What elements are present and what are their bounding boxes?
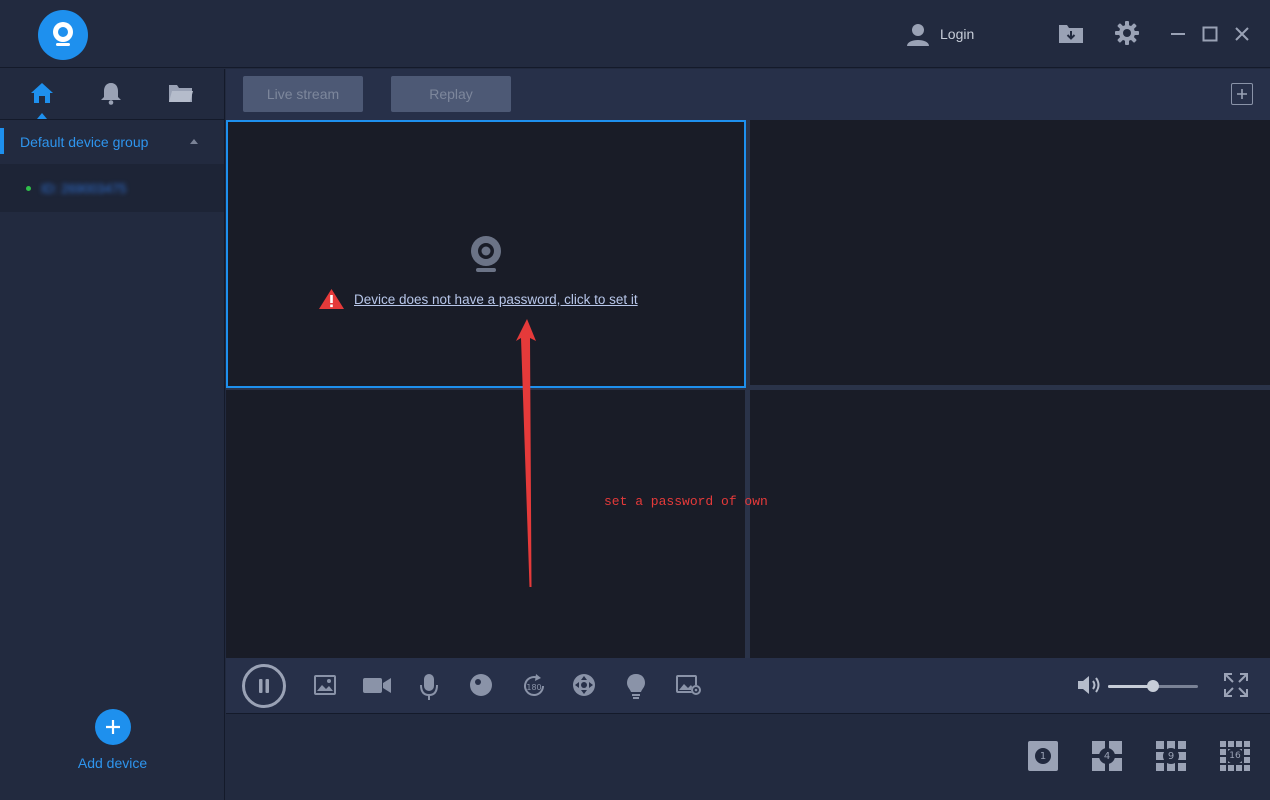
gear-icon[interactable]	[1114, 20, 1140, 46]
layout-9-label: 9	[1163, 748, 1179, 764]
device-group-row[interactable]: Default device group	[0, 120, 224, 164]
minimize-icon[interactable]	[1170, 26, 1186, 42]
rotate-180-icon[interactable]: 180	[521, 673, 547, 699]
user-icon	[907, 24, 929, 46]
layout-16-label: 16	[1226, 748, 1244, 764]
direction-icon[interactable]	[572, 673, 596, 697]
plus-icon	[1237, 89, 1247, 99]
close-icon[interactable]	[1234, 26, 1250, 42]
device-id-label: ID: 269003475	[41, 180, 127, 196]
ptz-icon[interactable]	[469, 673, 493, 697]
device-group-label: Default device group	[20, 134, 149, 150]
logo-icon	[38, 10, 88, 60]
replay-button[interactable]: Replay	[391, 76, 511, 112]
playback-controls: 180	[226, 658, 1270, 714]
sidebar-tabs	[0, 69, 224, 120]
online-status-icon	[26, 185, 31, 191]
layout-1-button[interactable]: 1	[1028, 741, 1058, 771]
live-stream-button[interactable]: Live stream	[243, 76, 363, 112]
microphone-icon[interactable]	[419, 673, 439, 701]
selected-indicator	[0, 128, 4, 154]
collapse-caret-icon[interactable]	[190, 139, 198, 144]
password-warning: Device does not have a password, click t…	[318, 288, 638, 310]
camera-icon	[471, 236, 501, 272]
layout-16-button[interactable]: 16	[1220, 741, 1250, 771]
view-toolbar: Live stream Replay	[226, 69, 1270, 120]
title-bar: Login	[0, 0, 1270, 68]
pause-icon	[259, 679, 269, 693]
video-grid: Device does not have a password, click t…	[226, 120, 1270, 658]
home-icon[interactable]	[30, 81, 54, 105]
volume-icon[interactable]	[1076, 673, 1104, 697]
sidebar: Default device group ID: 269003475 Add d…	[0, 69, 225, 800]
device-item[interactable]: ID: 269003475	[0, 164, 224, 212]
picture-settings-icon[interactable]	[676, 673, 702, 697]
volume-knob[interactable]	[1147, 680, 1159, 692]
folder-icon[interactable]	[168, 81, 194, 105]
bell-icon[interactable]	[99, 81, 123, 105]
set-password-link[interactable]: Device does not have a password, click t…	[354, 292, 638, 307]
video-cell-3[interactable]	[226, 390, 745, 658]
add-device-label: Add device	[77, 755, 148, 771]
download-folder-icon[interactable]	[1058, 20, 1084, 46]
pause-button[interactable]	[242, 664, 286, 708]
tab-indicator	[37, 113, 47, 119]
layout-4-label: 4	[1099, 748, 1115, 764]
layout-bar: 1 4 9 16	[226, 715, 1270, 800]
add-device-button[interactable]: Add device	[0, 709, 225, 771]
add-view-button[interactable]	[1231, 83, 1253, 105]
video-cell-2[interactable]	[750, 120, 1270, 385]
annotation-text: set a password of own	[604, 494, 768, 509]
maximize-icon[interactable]	[1202, 26, 1218, 42]
record-icon[interactable]	[362, 673, 392, 697]
login-label: Login	[940, 26, 975, 42]
svg-text:180: 180	[526, 683, 541, 692]
layout-4-button[interactable]: 4	[1092, 741, 1122, 771]
volume-slider[interactable]	[1108, 680, 1198, 692]
video-cell-1[interactable]: Device does not have a password, click t…	[226, 120, 746, 388]
plus-icon	[94, 709, 131, 745]
layout-9-button[interactable]: 9	[1156, 741, 1186, 771]
login-button[interactable]: Login	[906, 22, 974, 46]
snapshot-icon[interactable]	[313, 673, 337, 697]
layout-1-label: 1	[1035, 748, 1051, 764]
fullscreen-icon[interactable]	[1223, 672, 1249, 698]
light-icon[interactable]	[625, 673, 647, 701]
warning-icon	[319, 289, 344, 309]
annotation-arrow	[516, 319, 536, 587]
video-cell-4[interactable]	[750, 390, 1270, 658]
